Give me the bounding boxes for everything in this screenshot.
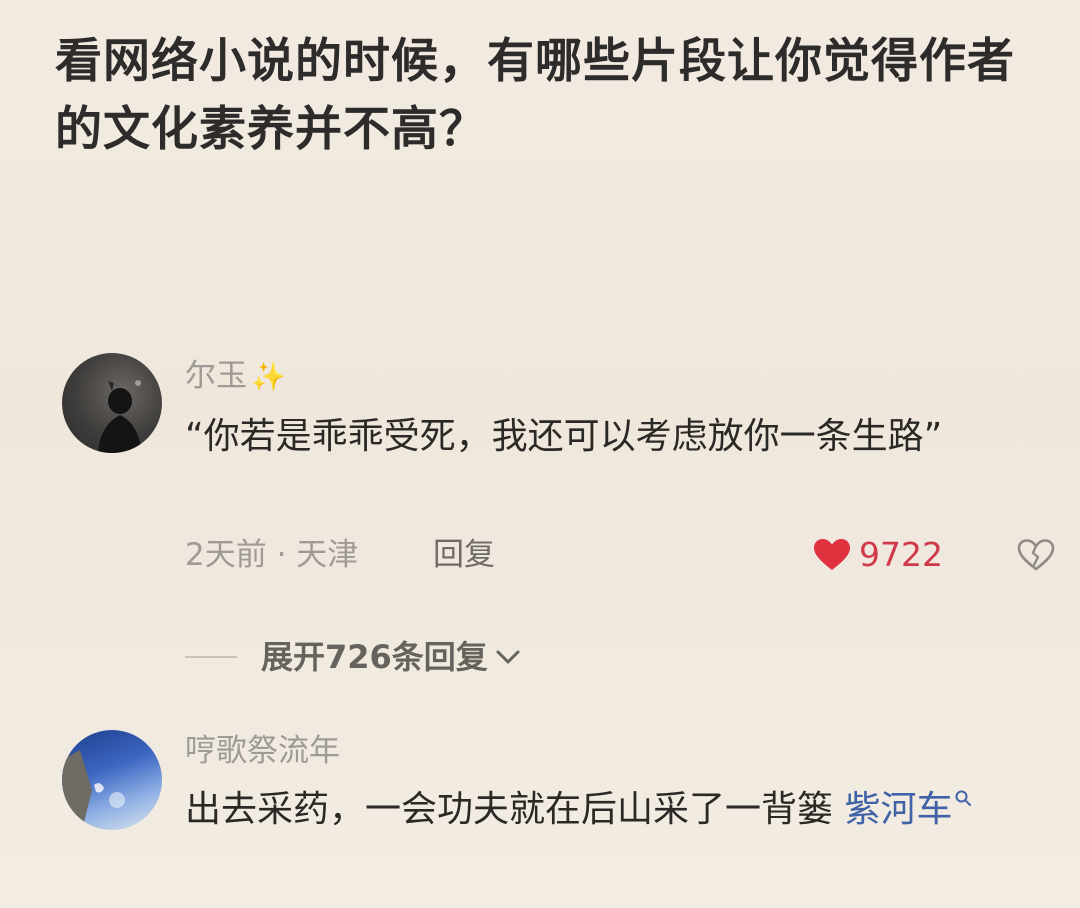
username[interactable]: 尔玉 ✨ (185, 356, 286, 397)
like-button[interactable]: 9722 (813, 533, 943, 577)
username-text: 尔玉 (185, 358, 247, 394)
sparkles-icon: ✨ (251, 360, 286, 393)
avatar[interactable] (62, 730, 162, 830)
broken-heart-icon[interactable] (1017, 538, 1055, 572)
topic-link-label: 紫河车 (844, 789, 953, 830)
search-icon (955, 790, 972, 806)
chevron-down-icon (496, 650, 520, 664)
expand-replies-label: 展开726条回复 (261, 638, 488, 676)
page: 看网络小说的时候，有哪些片段让你觉得作者的文化素养并不高？ 尔玉 ✨ “你若是乖乖… (0, 0, 1080, 908)
reply-button[interactable]: 回复 (433, 533, 495, 577)
comment-time-location: 2天前 · 天津 (185, 537, 359, 573)
expand-replies-button[interactable]: 展开726条回复 (185, 635, 522, 679)
comment-text: 出去采药，一会功夫就在后山采了一背篓 紫河车 (185, 783, 1035, 837)
comment-meta: 2天前 · 天津 回复 9722 (185, 533, 1065, 577)
username[interactable]: 哼歌祭流年 (185, 731, 340, 771)
question-title: 看网络小说的时候，有哪些片段让你觉得作者的文化素养并不高？ (55, 34, 1015, 157)
heart-icon (814, 539, 850, 570)
divider-line (185, 656, 237, 658)
like-count: 9722 (859, 535, 943, 574)
comment-text: “你若是乖乖受死，我还可以考虑放你一条生路” (185, 416, 943, 457)
topic-link[interactable]: 紫河车 (844, 789, 972, 830)
avatar[interactable] (62, 353, 162, 453)
avatar-sky-image-icon (62, 750, 125, 830)
comment-text-body: 出去采药，一会功夫就在后山采了一背篓 (185, 789, 845, 830)
avatar-silhouette-icon (98, 380, 142, 453)
